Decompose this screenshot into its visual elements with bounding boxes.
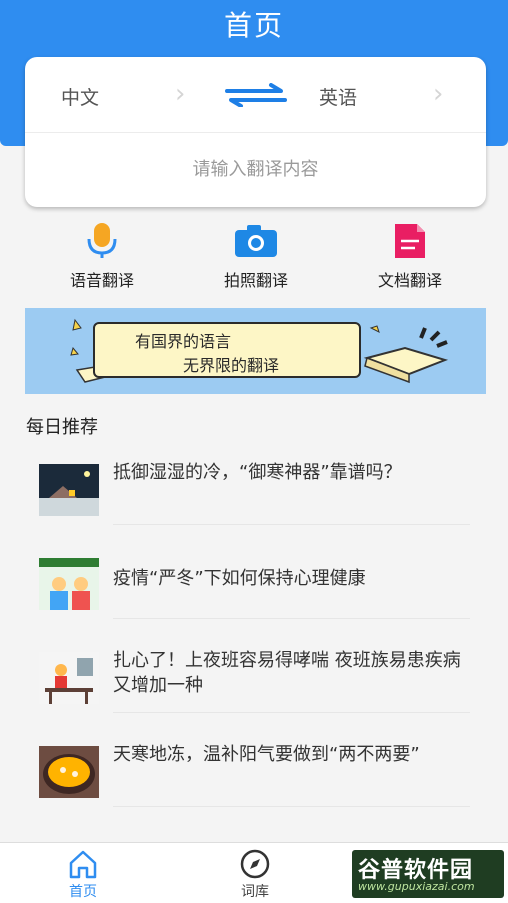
feature-label: 文档翻译 bbox=[377, 271, 442, 290]
feature-row: 语音翻译 拍照翻译 文档翻译 bbox=[0, 223, 508, 293]
source-language-button[interactable]: 中文 bbox=[61, 83, 99, 110]
feature-label: 拍照翻译 bbox=[223, 271, 288, 290]
language-selector-row: 中文 › 英语 › bbox=[25, 57, 486, 133]
tab-label: 词库 bbox=[241, 884, 269, 900]
banner-line-1: 有国界的语言 bbox=[135, 332, 232, 351]
news-thumbnail bbox=[39, 746, 99, 798]
document-translate-button[interactable]: 文档翻译 bbox=[340, 223, 480, 293]
news-thumbnail bbox=[39, 652, 99, 704]
tab-label: 首页 bbox=[69, 884, 97, 900]
news-item[interactable]: 扎心了！上夜班容易得哮喘 夜班族易患疾病又增加一种 bbox=[0, 638, 508, 732]
microphone-icon bbox=[87, 223, 117, 258]
swap-languages-icon[interactable] bbox=[225, 83, 287, 107]
daily-recommend-title: 每日推荐 bbox=[26, 417, 98, 438]
watermark-logo: 谷普软件园 www.gupuxiazai.com bbox=[352, 850, 504, 898]
banner-line-2: 无界限的翻译 bbox=[183, 356, 280, 375]
voice-translate-button[interactable]: 语音翻译 bbox=[32, 223, 172, 293]
compass-icon bbox=[240, 849, 270, 879]
document-icon bbox=[395, 224, 425, 258]
page-title: 首页 bbox=[223, 9, 284, 42]
tab-dictionary[interactable]: 词库 bbox=[210, 849, 300, 901]
home-icon bbox=[69, 850, 97, 879]
news-title: 抵御湿湿的冷，“御寒神器”靠谱吗？ bbox=[113, 462, 402, 483]
target-language-button[interactable]: 英语 bbox=[319, 83, 357, 110]
news-title: 天寒地冻，温补阳气要做到“两不两要” bbox=[113, 744, 420, 765]
promo-banner[interactable]: 有国界的语言 无界限的翻译 bbox=[25, 308, 486, 394]
news-title: 扎心了！上夜班容易得哮喘 夜班族易患疾病又增加一种 bbox=[113, 650, 461, 696]
divider bbox=[113, 712, 470, 713]
news-thumbnail bbox=[39, 558, 99, 610]
banner-text-box: 有国界的语言 无界限的翻译 bbox=[93, 322, 361, 378]
tab-home[interactable]: 首页 bbox=[38, 849, 128, 901]
chevron-right-icon: › bbox=[175, 79, 186, 109]
watermark-url: www.gupuxiazai.com bbox=[358, 880, 475, 893]
news-item[interactable]: 抵御湿湿的冷，“御寒神器”靠谱吗？ bbox=[0, 450, 508, 544]
news-item[interactable]: 疫情“严冬”下如何保持心理健康 bbox=[0, 544, 508, 638]
translate-input[interactable]: 请输入翻译内容 bbox=[25, 133, 486, 207]
news-item[interactable]: 天寒地冻，温补阳气要做到“两不两要” bbox=[0, 732, 508, 826]
photo-translate-button[interactable]: 拍照翻译 bbox=[186, 223, 326, 293]
chevron-right-icon: › bbox=[433, 79, 444, 109]
news-thumbnail bbox=[39, 464, 99, 516]
feature-label: 语音翻译 bbox=[69, 271, 134, 290]
divider bbox=[113, 806, 470, 807]
camera-icon bbox=[235, 225, 277, 257]
translate-card: 中文 › 英语 › 请输入翻译内容 bbox=[25, 57, 486, 207]
divider bbox=[113, 524, 470, 525]
divider bbox=[113, 618, 470, 619]
news-title: 疫情“严冬”下如何保持心理健康 bbox=[113, 568, 366, 589]
